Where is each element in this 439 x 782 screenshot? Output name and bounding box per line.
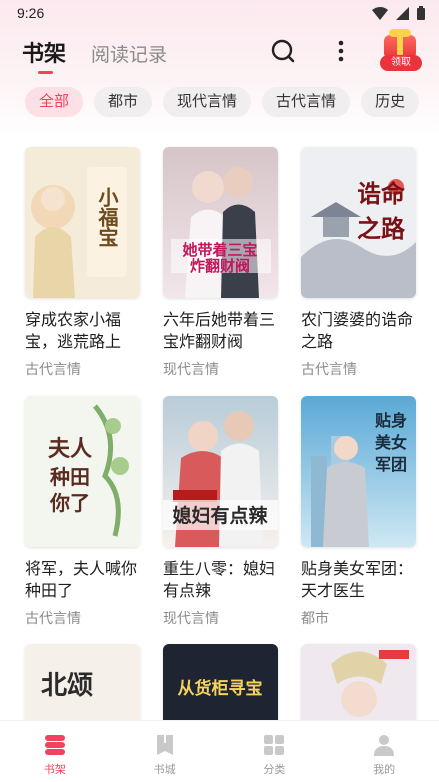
svg-text:北颂: 北颂 <box>41 671 93 701</box>
search-button[interactable] <box>270 38 296 64</box>
book-cover[interactable]: 诰命 之路 <box>301 147 416 298</box>
book-cover[interactable]: 小福宝 <box>25 147 140 298</box>
nav-label: 书城 <box>153 764 176 776</box>
book-cover[interactable]: 夫人 种田 你了 <box>25 396 140 547</box>
book-title: 重生八零：媳妇有点辣 <box>163 561 276 600</box>
status-bar: 9:26 <box>0 0 439 26</box>
claim-label: 领取 <box>380 55 422 71</box>
svg-text:小福宝: 小福宝 <box>95 187 119 247</box>
book-genre: 现代言情 <box>163 361 219 377</box>
active-tab-indicator <box>38 71 53 74</box>
claim-gift-button[interactable]: 领取 <box>380 29 422 73</box>
status-time: 9:26 <box>17 5 45 21</box>
nav-label: 分类 <box>263 764 286 776</box>
book-cover[interactable]: 她带着三宝 炸翻财阀 <box>163 147 278 298</box>
top-header: 书架 阅读记录 领取 <box>0 28 439 76</box>
chip-history[interactable]: 历史 <box>361 87 420 117</box>
more-button[interactable] <box>333 38 349 64</box>
chip-ancient-romance[interactable]: 古代言情 <box>262 87 351 117</box>
nav-bookstore[interactable]: 书城 <box>110 721 220 782</box>
chip-all[interactable]: 全部 <box>25 87 84 117</box>
nav-label: 我的 <box>373 764 396 776</box>
book-title: 将军，夫人喊你种田了 <box>25 561 138 600</box>
book-title: 贴身美女军团：天才医生 <box>301 561 414 600</box>
book-genre: 古代言情 <box>301 361 357 377</box>
tab-reading-history[interactable]: 阅读记录 <box>91 40 167 67</box>
chip-urban[interactable]: 都市 <box>94 87 153 117</box>
nav-bookshelf[interactable]: 书架 <box>0 721 110 782</box>
svg-text:贴身: 贴身 <box>375 411 407 430</box>
signal-icon <box>396 6 409 20</box>
svg-text:军团: 军团 <box>375 456 407 474</box>
category-icon <box>264 735 285 755</box>
svg-text:炸翻财阀: 炸翻财阀 <box>190 257 250 275</box>
svg-text:夫人: 夫人 <box>48 436 92 462</box>
svg-text:从货柜寻宝: 从货柜寻宝 <box>178 678 263 698</box>
nav-label: 书架 <box>43 764 66 776</box>
chip-modern-romance[interactable]: 现代言情 <box>163 87 252 117</box>
book-genre: 现代言情 <box>163 610 219 626</box>
book-cover[interactable]: 贴身 美女 军团 <box>301 396 416 547</box>
svg-text:诰命: 诰命 <box>357 179 406 208</box>
more-vertical-icon <box>338 40 344 62</box>
svg-text:你了: 你了 <box>49 491 90 515</box>
book-cover[interactable]: 媳妇有点辣 <box>163 396 278 547</box>
tab-bookshelf[interactable]: 书架 <box>22 36 66 68</box>
wifi-icon <box>372 6 388 20</box>
svg-text:她带着三宝: 她带着三宝 <box>182 241 257 259</box>
svg-text:美女: 美女 <box>375 433 407 452</box>
battery-icon <box>417 6 425 20</box>
book-title: 农门婆婆的诰命之路 <box>301 312 414 351</box>
status-icons <box>372 6 425 20</box>
book-title: 六年后她带着三宝炸翻财阀 <box>163 312 276 351</box>
nav-profile[interactable]: 我的 <box>329 721 439 782</box>
book-genre: 都市 <box>301 610 329 626</box>
bookstore-icon <box>156 735 173 755</box>
book-genre: 古代言情 <box>25 610 81 626</box>
svg-text:种田: 种田 <box>49 465 90 489</box>
svg-text:媳妇有点辣: 媳妇有点辣 <box>172 504 268 527</box>
nav-category[interactable]: 分类 <box>220 721 330 782</box>
bottom-navigation: 书架 书城 分类 我的 <box>0 720 439 782</box>
profile-icon <box>374 735 395 756</box>
book-genre: 古代言情 <box>25 361 81 377</box>
bookshelf-icon <box>44 735 65 755</box>
book-title: 穿成农家小福宝，逃荒路上 <box>25 312 122 351</box>
category-filter-bar: 全部 都市 现代言情 古代言情 历史 <box>25 87 420 117</box>
svg-text:之路: 之路 <box>357 214 406 243</box>
search-icon <box>271 39 295 63</box>
